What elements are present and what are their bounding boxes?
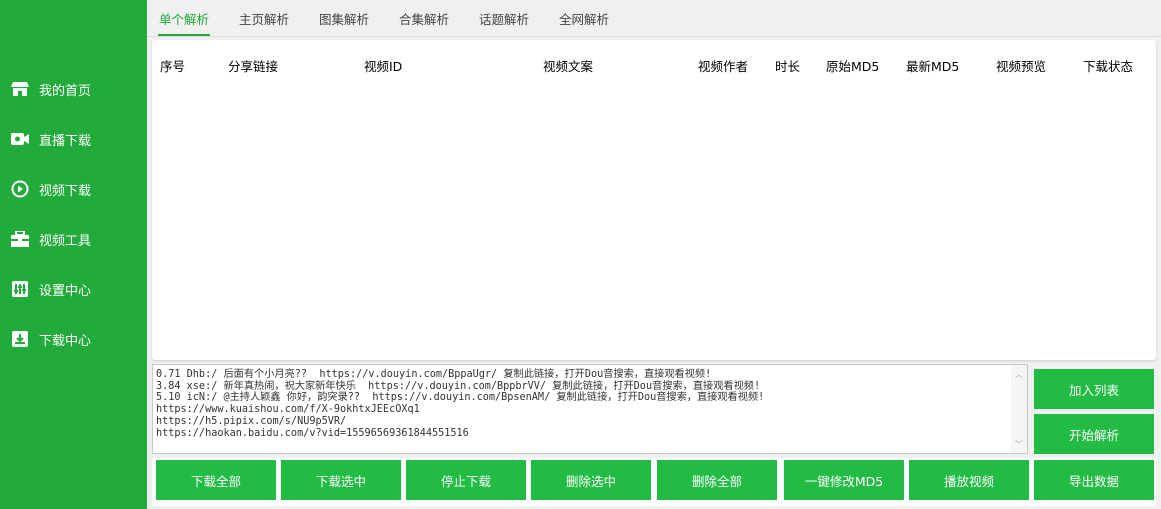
download-all-button[interactable]: 下载全部 bbox=[156, 460, 276, 500]
tab-single-parse[interactable]: 单个解析 bbox=[158, 0, 210, 36]
column-header-original-md5[interactable]: 原始MD5 bbox=[826, 56, 879, 75]
modify-md5-button[interactable]: 一键修改MD5 bbox=[784, 460, 904, 500]
link-input-text: 0.71 Dhb:/ 后面有个小月亮?? https://v.douyin.co… bbox=[156, 369, 765, 439]
sidebar-item-download-center[interactable]: 下载中心 bbox=[0, 319, 147, 359]
column-header-video-id[interactable]: 视频ID bbox=[364, 56, 402, 75]
tab-album-parse[interactable]: 图集解析 bbox=[318, 0, 370, 36]
chevron-up-icon[interactable]: ︿ bbox=[1015, 371, 1023, 379]
column-header-new-md5[interactable]: 最新MD5 bbox=[906, 56, 959, 75]
chevron-down-icon[interactable]: ﹀ bbox=[1015, 441, 1023, 449]
column-header-download-status[interactable]: 下载状态 bbox=[1083, 56, 1133, 75]
sidebar-item-label: 视频工具 bbox=[39, 233, 92, 249]
column-header-share-link[interactable]: 分享链接 bbox=[228, 56, 278, 75]
column-header-video-preview[interactable]: 视频预览 bbox=[996, 56, 1046, 75]
delete-all-button[interactable]: 删除全部 bbox=[657, 460, 777, 500]
sidebar-item-label: 视频下载 bbox=[39, 183, 92, 199]
live-camera-icon bbox=[11, 130, 29, 148]
sidebar-item-settings[interactable]: 设置中心 bbox=[0, 269, 147, 309]
stop-download-button[interactable]: 停止下载 bbox=[406, 460, 526, 500]
sidebar-item-live-download[interactable]: 直播下载 bbox=[0, 119, 147, 159]
download-selected-button[interactable]: 下载选中 bbox=[281, 460, 401, 500]
export-data-button[interactable]: 导出数据 bbox=[1034, 460, 1154, 500]
column-header-index[interactable]: 序号 bbox=[160, 56, 185, 75]
store-icon bbox=[11, 80, 29, 98]
play-circle-icon bbox=[11, 180, 29, 198]
sidebar-item-label: 下载中心 bbox=[39, 333, 92, 349]
column-header-video-author[interactable]: 视频作者 bbox=[698, 56, 748, 75]
play-video-button[interactable]: 播放视频 bbox=[909, 460, 1029, 500]
column-header-duration[interactable]: 时长 bbox=[775, 56, 800, 75]
download-box-icon bbox=[11, 330, 29, 348]
start-parse-button[interactable]: 开始解析 bbox=[1034, 414, 1154, 454]
tab-bar: 单个解析 主页解析 图集解析 合集解析 话题解析 全网解析 bbox=[147, 0, 1161, 37]
tab-collection-parse[interactable]: 合集解析 bbox=[398, 0, 450, 36]
tab-all-web-parse[interactable]: 全网解析 bbox=[558, 0, 610, 36]
column-header-video-text[interactable]: 视频文案 bbox=[543, 56, 593, 75]
sidebar-item-video-download[interactable]: 视频下载 bbox=[0, 169, 147, 209]
sidebar-item-video-tools[interactable]: 视频工具 bbox=[0, 219, 147, 259]
link-input-textarea[interactable]: 0.71 Dhb:/ 后面有个小月亮?? https://v.douyin.co… bbox=[152, 364, 1028, 454]
sliders-icon bbox=[11, 280, 29, 298]
tab-homepage-parse[interactable]: 主页解析 bbox=[238, 0, 290, 36]
add-to-list-button[interactable]: 加入列表 bbox=[1034, 369, 1154, 409]
toolbox-icon bbox=[11, 230, 29, 248]
sidebar-item-home[interactable]: 我的首页 bbox=[0, 69, 147, 109]
delete-selected-button[interactable]: 删除选中 bbox=[531, 460, 651, 500]
tab-topic-parse[interactable]: 话题解析 bbox=[478, 0, 530, 36]
sidebar-item-label: 我的首页 bbox=[39, 83, 92, 99]
sidebar: 我的首页 直播下载 视频下载 视频工具 设置中心 下载中心 bbox=[0, 0, 147, 509]
sidebar-item-label: 直播下载 bbox=[39, 133, 92, 149]
vertical-scrollbar[interactable]: ︿ ﹀ bbox=[1011, 365, 1027, 453]
sidebar-item-label: 设置中心 bbox=[39, 283, 92, 299]
result-table[interactable]: 序号 分享链接 视频ID 视频文案 视频作者 时长 原始MD5 最新MD5 视频… bbox=[152, 40, 1156, 360]
